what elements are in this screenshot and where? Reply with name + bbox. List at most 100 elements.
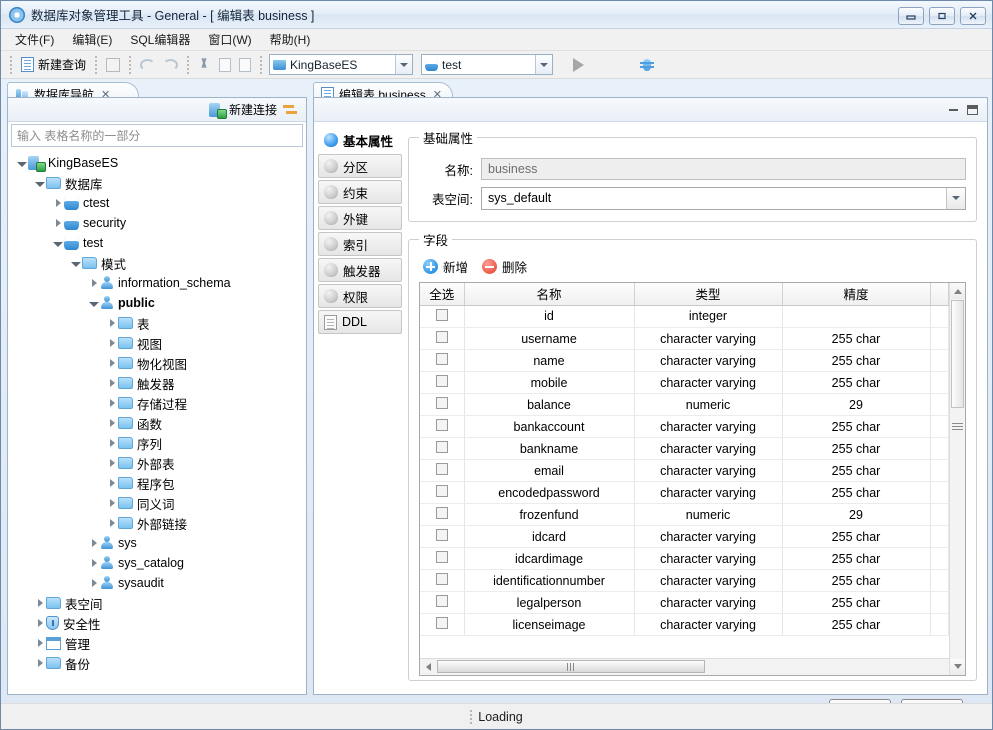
tree-node[interactable]: sysaudit [8,573,306,593]
column-header-2[interactable]: 名称 [464,283,635,306]
tree-node[interactable]: test [8,233,306,253]
table-row[interactable]: mobile character varying 255 char [420,371,949,394]
table-row[interactable]: bankaccount character varying 255 char [420,415,949,438]
row-name-cell[interactable]: bankaccount [464,415,635,438]
tree-node[interactable]: 表空间 [8,593,306,613]
row-precision-cell[interactable]: 255 char [782,371,931,394]
row-checkbox-cell[interactable] [420,459,465,482]
tree-expander-closed-icon[interactable] [106,379,118,387]
row-extra-cell[interactable] [930,327,949,350]
tree-node[interactable]: 外部链接 [8,513,306,533]
row-precision-cell[interactable]: 255 char [782,437,931,460]
row-checkbox[interactable] [435,573,448,585]
row-type-cell[interactable]: character varying [634,327,783,350]
row-checkbox[interactable] [435,308,448,321]
row-extra-cell[interactable] [930,415,949,438]
editor-tab-5[interactable]: 索引 [318,232,402,256]
tree-filter-input[interactable]: 输入 表格名称的一部分 [11,124,303,147]
tree-expander-closed-icon[interactable] [106,499,118,507]
table-row[interactable]: idcardimage character varying 255 char [420,547,949,570]
row-checkbox-cell[interactable] [420,327,465,350]
row-precision-cell[interactable]: 29 [782,503,931,526]
row-checkbox-cell[interactable] [420,503,465,526]
tree-expander-closed-icon[interactable] [34,659,46,667]
editor-tab-1[interactable]: 基本属性 [318,128,402,152]
row-type-cell[interactable]: character varying [634,569,783,592]
row-checkbox[interactable] [435,441,448,453]
grid-vertical-scrollbar[interactable] [949,283,965,675]
tree-expander-closed-icon[interactable] [106,359,118,367]
tree-expander-closed-icon[interactable] [106,479,118,487]
tree-expander-closed-icon[interactable] [34,639,46,647]
table-row[interactable]: idcard character varying 255 char [420,525,949,548]
row-checkbox-cell[interactable] [420,591,465,614]
table-row[interactable]: licenseimage character varying 255 char [420,613,949,636]
tree-node[interactable]: 存储过程 [8,393,306,413]
tree-node[interactable]: 外部表 [8,453,306,473]
tree-expander-open-icon[interactable] [16,160,28,167]
tree-expander-closed-icon[interactable] [106,339,118,347]
row-checkbox[interactable] [435,595,448,607]
maximize-button[interactable] [929,7,955,25]
column-header-5[interactable] [930,283,949,306]
row-checkbox-cell[interactable] [420,349,465,372]
row-checkbox[interactable] [435,375,448,387]
row-type-cell[interactable]: integer [634,305,783,328]
row-name-cell[interactable]: licenseimage [464,613,635,636]
grid-horizontal-scrollbar[interactable] [420,657,965,675]
row-precision-cell[interactable]: 255 char [782,569,931,592]
row-extra-cell[interactable] [930,481,949,504]
paste-button[interactable] [235,54,255,76]
row-extra-cell[interactable] [930,393,949,416]
editor-tab-3[interactable]: 约束 [318,180,402,204]
row-extra-cell[interactable] [930,437,949,460]
row-checkbox-cell[interactable] [420,525,465,548]
row-name-cell[interactable]: name [464,349,635,372]
menu-item-window[interactable]: 窗口(W) [200,29,259,50]
row-extra-cell[interactable] [930,591,949,614]
row-checkbox-cell[interactable] [420,613,465,636]
row-checkbox[interactable] [435,617,448,629]
row-name-cell[interactable]: balance [464,393,635,416]
database-combo[interactable]: test [421,54,554,75]
row-precision-cell[interactable]: 255 char [782,591,931,614]
row-name-cell[interactable]: encodedpassword [464,481,635,504]
row-checkbox-cell[interactable] [420,305,465,328]
tree-expander-open-icon[interactable] [70,260,82,267]
tree-node[interactable]: 备份 [8,653,306,673]
tree-node[interactable]: 安全性 [8,613,306,633]
tree-node[interactable]: 模式 [8,253,306,273]
table-row[interactable]: bankname character varying 255 char [420,437,949,460]
row-name-cell[interactable]: bankname [464,437,635,460]
row-type-cell[interactable]: numeric [634,503,783,526]
editor-tab-7[interactable]: 权限 [318,284,402,308]
minimize-panel-icon[interactable] [949,108,958,111]
row-precision-cell[interactable]: 255 char [782,459,931,482]
row-precision-cell[interactable]: 255 char [782,481,931,504]
tree-expander-closed-icon[interactable] [106,319,118,327]
row-type-cell[interactable]: numeric [634,393,783,416]
tree-node[interactable]: ctest [8,193,306,213]
tree-expander-closed-icon[interactable] [88,279,100,287]
row-type-cell[interactable]: character varying [634,349,783,372]
tree-node[interactable]: information_schema [8,273,306,293]
row-type-cell[interactable]: character varying [634,591,783,614]
row-checkbox-cell[interactable] [420,371,465,394]
row-extra-cell[interactable] [930,613,949,636]
tree-node[interactable]: 函数 [8,413,306,433]
tree-node[interactable]: 触发器 [8,373,306,393]
table-row[interactable]: email character varying 255 char [420,459,949,482]
cut-button[interactable] [194,54,215,76]
row-checkbox[interactable] [435,397,448,409]
tree-node[interactable]: sys_catalog [8,553,306,573]
database-tree[interactable]: KingBaseES 数据库 ctest security test 模式 informat… [8,147,306,694]
row-precision-cell[interactable]: 255 char [782,349,931,372]
save-button[interactable] [102,54,124,76]
row-checkbox[interactable] [435,353,448,365]
row-name-cell[interactable]: mobile [464,371,635,394]
editor-tab-4[interactable]: 外键 [318,206,402,230]
tree-node[interactable]: 序列 [8,433,306,453]
redo-button[interactable] [159,54,182,76]
minimize-button[interactable] [898,7,924,25]
tree-expander-closed-icon[interactable] [52,199,64,207]
